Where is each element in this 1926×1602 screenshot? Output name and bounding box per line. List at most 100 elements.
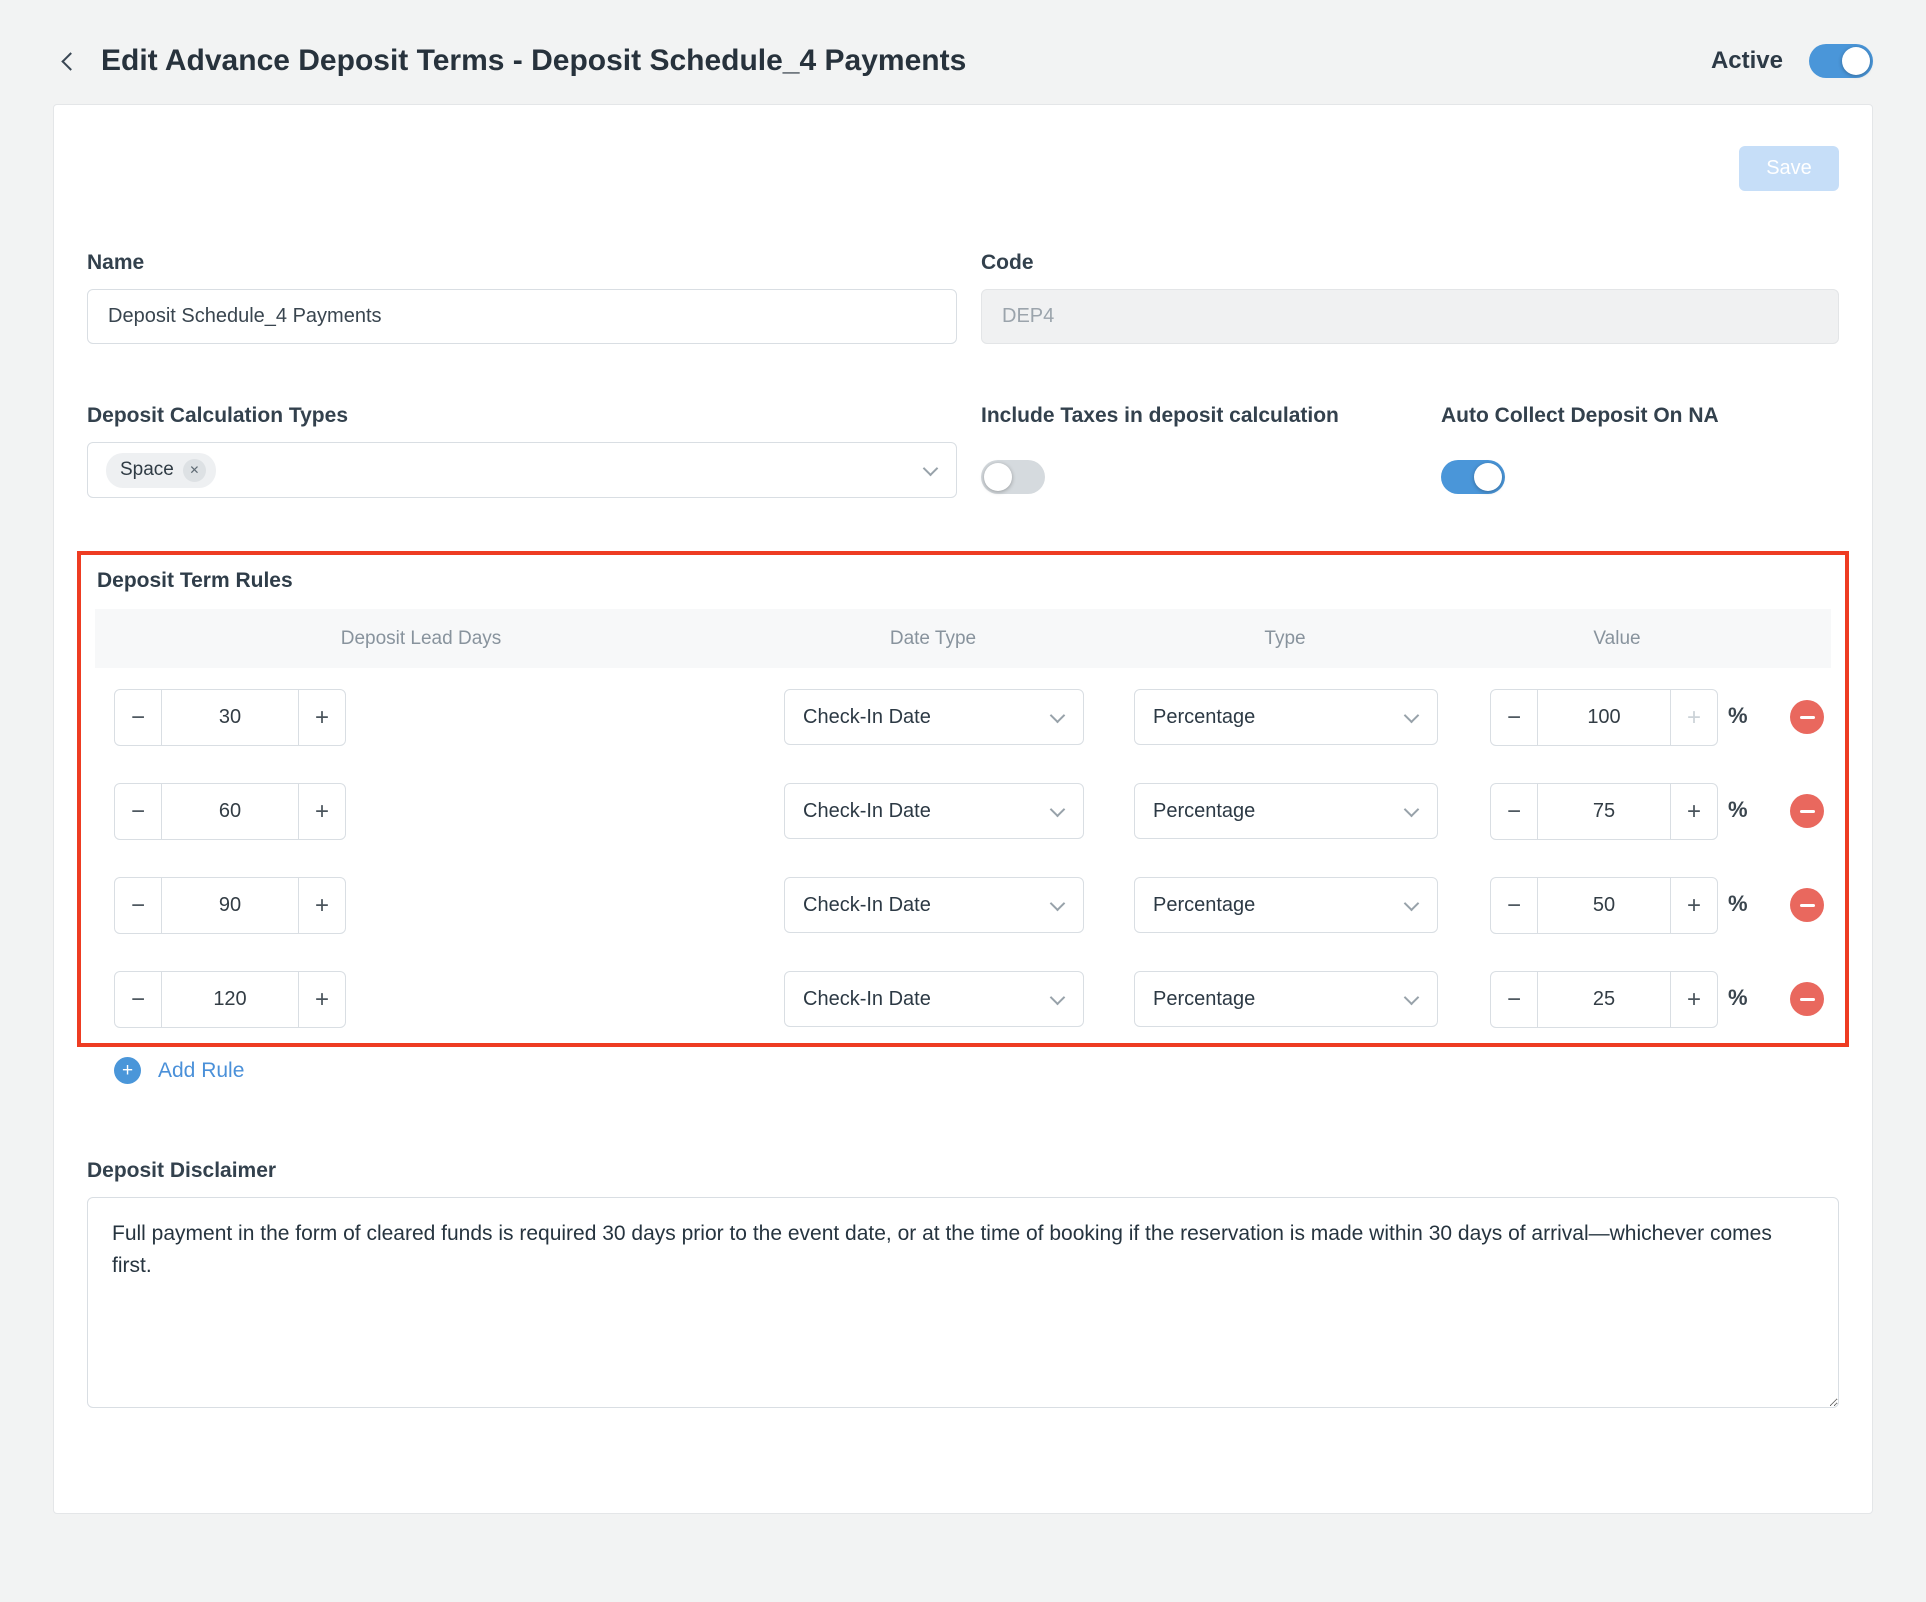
lead-days-stepper: − + — [114, 783, 346, 840]
page-header: Edit Advance Deposit Terms - Deposit Sch… — [0, 0, 1926, 104]
plus-circle-icon: + — [114, 1057, 141, 1084]
lead-days-decrement-button[interactable]: − — [114, 877, 162, 934]
value-input[interactable] — [1537, 689, 1671, 746]
disclaimer-textarea[interactable]: Full payment in the form of cleared fund… — [87, 1197, 1839, 1408]
lead-days-input[interactable] — [161, 971, 299, 1028]
value-increment-button[interactable]: + — [1670, 689, 1718, 746]
chip-remove-icon[interactable]: ✕ — [183, 459, 206, 482]
value-stepper: − + — [1490, 877, 1718, 934]
remove-rule-button[interactable] — [1790, 700, 1824, 734]
lead-days-input[interactable] — [161, 877, 299, 934]
lead-days-input[interactable] — [161, 689, 299, 746]
percent-label: % — [1728, 891, 1748, 917]
rules-table-header: Deposit Lead Days Date Type Type Value — [95, 609, 1831, 668]
code-input — [981, 289, 1839, 344]
minus-icon — [1800, 998, 1815, 1001]
type-value: Percentage — [1153, 988, 1255, 1011]
value-input[interactable] — [1537, 877, 1671, 934]
lead-days-decrement-button[interactable]: − — [114, 971, 162, 1028]
chevron-down-icon — [1050, 802, 1066, 818]
value-input[interactable] — [1537, 783, 1671, 840]
value-decrement-button[interactable]: − — [1490, 971, 1538, 1028]
auto-collect-toggle[interactable] — [1441, 460, 1505, 494]
type-select[interactable]: Percentage — [1134, 783, 1438, 839]
type-value: Percentage — [1153, 706, 1255, 729]
lead-days-decrement-button[interactable]: − — [114, 783, 162, 840]
page-title: Edit Advance Deposit Terms - Deposit Sch… — [101, 44, 966, 78]
calc-types-select[interactable]: Space ✕ — [87, 442, 957, 498]
date-type-value: Check-In Date — [803, 894, 931, 917]
chevron-down-icon — [1404, 708, 1420, 724]
minus-icon — [1800, 904, 1815, 907]
date-type-select[interactable]: Check-In Date — [784, 689, 1084, 745]
remove-rule-button[interactable] — [1790, 794, 1824, 828]
active-toggle[interactable] — [1809, 44, 1873, 78]
calc-type-chip: Space ✕ — [106, 453, 216, 488]
disclaimer-label: Deposit Disclaimer — [87, 1159, 1839, 1183]
name-code-row: Name Code — [87, 251, 1839, 344]
rules-section-title: Deposit Term Rules — [97, 569, 1831, 593]
include-taxes-group: Include Taxes in deposit calculation — [981, 404, 1441, 499]
value-decrement-button[interactable]: − — [1490, 783, 1538, 840]
percent-label: % — [1728, 703, 1748, 729]
date-type-select[interactable]: Check-In Date — [784, 783, 1084, 839]
value-stepper: − + — [1490, 971, 1718, 1028]
lead-days-increment-button[interactable]: + — [298, 877, 346, 934]
toggle-knob — [1474, 463, 1502, 491]
lead-days-increment-button[interactable]: + — [298, 971, 346, 1028]
type-select[interactable]: Percentage — [1134, 971, 1438, 1027]
add-rule-button[interactable]: + Add Rule — [114, 1057, 244, 1084]
include-taxes-label: Include Taxes in deposit calculation — [981, 404, 1441, 428]
deposit-rule-row: − + Check-In Date Percentage − + % — [95, 971, 1831, 1028]
type-value: Percentage — [1153, 894, 1255, 917]
chevron-down-icon — [1050, 990, 1066, 1006]
value-decrement-button[interactable]: − — [1490, 877, 1538, 934]
add-rule-label: Add Rule — [158, 1059, 244, 1083]
chevron-down-icon — [1404, 896, 1420, 912]
minus-icon — [1800, 716, 1815, 719]
remove-rule-button[interactable] — [1790, 888, 1824, 922]
value-decrement-button[interactable]: − — [1490, 689, 1538, 746]
date-type-value: Check-In Date — [803, 706, 931, 729]
lead-days-increment-button[interactable]: + — [298, 689, 346, 746]
value-increment-button[interactable]: + — [1670, 783, 1718, 840]
auto-collect-group: Auto Collect Deposit On NA — [1441, 404, 1901, 499]
lead-days-decrement-button[interactable]: − — [114, 689, 162, 746]
calc-types-label: Deposit Calculation Types — [87, 404, 957, 428]
value-stepper: − + — [1490, 783, 1718, 840]
value-increment-button[interactable]: + — [1670, 877, 1718, 934]
header-right: Active — [1711, 44, 1873, 78]
deposit-rule-row: − + Check-In Date Percentage − + % — [95, 689, 1831, 746]
code-label: Code — [981, 251, 1839, 275]
column-header-type: Type — [1264, 628, 1305, 650]
lead-days-increment-button[interactable]: + — [298, 783, 346, 840]
calc-types-group: Deposit Calculation Types Space ✕ — [87, 404, 957, 499]
calc-toggles-row: Deposit Calculation Types Space ✕ Includ… — [87, 404, 1839, 499]
name-input[interactable] — [87, 289, 957, 344]
back-button[interactable] — [53, 44, 87, 78]
value-input[interactable] — [1537, 971, 1671, 1028]
value-stepper: − + — [1490, 689, 1718, 746]
date-type-select[interactable]: Check-In Date — [784, 971, 1084, 1027]
column-header-value: Value — [1593, 628, 1640, 650]
lead-days-stepper: − + — [114, 689, 346, 746]
edit-form-card: Save Name Code Deposit Calculation Types… — [53, 104, 1873, 1514]
deposit-rule-row: − + Check-In Date Percentage − + % — [95, 877, 1831, 934]
remove-rule-button[interactable] — [1790, 982, 1824, 1016]
minus-icon — [1800, 810, 1815, 813]
date-type-select[interactable]: Check-In Date — [784, 877, 1084, 933]
lead-days-input[interactable] — [161, 783, 299, 840]
type-value: Percentage — [1153, 800, 1255, 823]
type-select[interactable]: Percentage — [1134, 877, 1438, 933]
type-select[interactable]: Percentage — [1134, 689, 1438, 745]
percent-label: % — [1728, 985, 1748, 1011]
percent-label: % — [1728, 797, 1748, 823]
chevron-down-icon — [1404, 802, 1420, 818]
column-header-lead-days: Deposit Lead Days — [341, 628, 502, 650]
value-increment-button[interactable]: + — [1670, 971, 1718, 1028]
toggle-knob — [984, 463, 1012, 491]
date-type-value: Check-In Date — [803, 988, 931, 1011]
save-button[interactable]: Save — [1739, 146, 1839, 191]
include-taxes-toggle[interactable] — [981, 460, 1045, 494]
chevron-down-icon — [923, 461, 939, 477]
